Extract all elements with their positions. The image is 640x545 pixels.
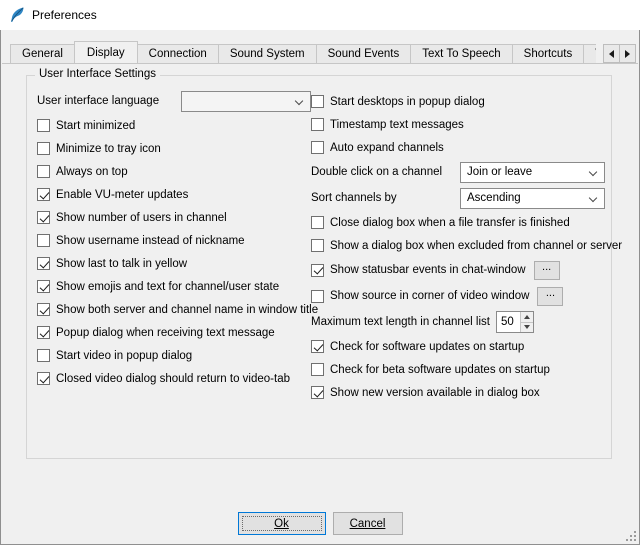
tab-bar: General Display Connection Sound System … bbox=[10, 41, 596, 63]
checkbox-box bbox=[37, 119, 50, 132]
max-text-length-label: Maximum text length in channel list bbox=[311, 316, 490, 328]
language-row: User interface language bbox=[37, 88, 311, 114]
tab-video[interactable]: Video bbox=[583, 44, 596, 63]
button-box: Ok Cancel bbox=[0, 512, 640, 535]
checkbox-box bbox=[311, 340, 324, 353]
window-title: Preferences bbox=[32, 8, 97, 22]
sort-channels-row: Sort channels by Ascending bbox=[311, 185, 605, 211]
triangle-down-icon bbox=[524, 325, 530, 329]
tab-connection[interactable]: Connection bbox=[137, 44, 219, 63]
checkbox-box bbox=[311, 363, 324, 376]
ok-button[interactable]: Ok bbox=[238, 512, 326, 535]
max-text-length-row: Maximum text length in channel list 50 bbox=[311, 309, 605, 335]
chevron-down-icon bbox=[295, 96, 303, 104]
tab-pane-border bbox=[2, 63, 638, 64]
video-source-config-button[interactable]: ... bbox=[537, 287, 563, 306]
checkbox-box bbox=[37, 303, 50, 316]
cancel-button[interactable]: Cancel bbox=[333, 512, 403, 535]
preferences-window: Preferences General Display Connection S… bbox=[0, 0, 640, 545]
tab-scroll-left-button[interactable] bbox=[603, 44, 620, 63]
checkbox-popup-text-message[interactable]: Popup dialog when receiving text message bbox=[37, 321, 311, 344]
checkbox-box bbox=[311, 118, 324, 131]
tab-scroll-right-button[interactable] bbox=[619, 44, 636, 63]
checkbox-new-version-dialog[interactable]: Show new version available in dialog box bbox=[311, 381, 605, 404]
checkbox-box bbox=[37, 142, 50, 155]
checkbox-box bbox=[311, 386, 324, 399]
tab-display[interactable]: Display bbox=[74, 41, 138, 63]
sort-channels-value: Ascending bbox=[467, 192, 521, 204]
sort-channels-select[interactable]: Ascending bbox=[460, 188, 605, 209]
resize-grip-icon[interactable] bbox=[624, 529, 637, 542]
double-click-value: Join or leave bbox=[467, 166, 532, 178]
checkbox-box bbox=[37, 211, 50, 224]
checkbox-statusbar-events[interactable]: Show statusbar events in chat-window bbox=[311, 264, 526, 277]
checkbox-box bbox=[37, 280, 50, 293]
chevron-down-icon bbox=[589, 193, 597, 201]
checkbox-box bbox=[37, 326, 50, 339]
double-click-label: Double click on a channel bbox=[311, 166, 442, 178]
double-click-row: Double click on a channel Join or leave bbox=[311, 159, 605, 185]
ui-settings-group: User Interface Settings User interface l… bbox=[26, 75, 612, 459]
spin-up-button[interactable] bbox=[521, 312, 533, 323]
checkbox-server-channel-title[interactable]: Show both server and channel name in win… bbox=[37, 298, 311, 321]
sort-channels-label: Sort channels by bbox=[311, 192, 397, 204]
checkbox-show-username[interactable]: Show username instead of nickname bbox=[37, 229, 311, 252]
group-title: User Interface Settings bbox=[35, 68, 160, 80]
checkbox-emojis-text-state[interactable]: Show emojis and text for channel/user st… bbox=[37, 275, 311, 298]
tab-shortcuts[interactable]: Shortcuts bbox=[512, 44, 585, 63]
checkbox-box bbox=[311, 141, 324, 154]
checkbox-box bbox=[37, 257, 50, 270]
checkbox-beta-updates[interactable]: Check for beta software updates on start… bbox=[311, 358, 605, 381]
checkbox-timestamp-messages[interactable]: Timestamp text messages bbox=[311, 113, 605, 136]
language-select[interactable] bbox=[181, 91, 311, 112]
chevron-down-icon bbox=[589, 167, 597, 175]
checkbox-box bbox=[37, 349, 50, 362]
checkbox-box bbox=[37, 234, 50, 247]
tab-text-to-speech[interactable]: Text To Speech bbox=[410, 44, 512, 63]
checkbox-excluded-dialog[interactable]: Show a dialog box when excluded from cha… bbox=[311, 234, 605, 257]
checkbox-box bbox=[311, 95, 324, 108]
double-click-select[interactable]: Join or leave bbox=[460, 162, 605, 183]
checkbox-video-popup[interactable]: Start video in popup dialog bbox=[37, 344, 311, 367]
spinner-buttons bbox=[520, 312, 533, 332]
app-feather-icon bbox=[8, 6, 26, 24]
checkbox-show-user-count[interactable]: Show number of users in channel bbox=[37, 206, 311, 229]
checkbox-software-updates[interactable]: Check for software updates on startup bbox=[311, 335, 605, 358]
checkbox-last-talk-yellow[interactable]: Show last to talk in yellow bbox=[37, 252, 311, 275]
spin-down-button[interactable] bbox=[521, 323, 533, 333]
checkbox-auto-expand-channels[interactable]: Auto expand channels bbox=[311, 136, 605, 159]
checkbox-box bbox=[37, 188, 50, 201]
checkbox-minimize-to-tray[interactable]: Minimize to tray icon bbox=[37, 137, 311, 160]
left-column: User interface language Start minimized … bbox=[37, 88, 311, 390]
checkbox-box bbox=[311, 216, 324, 229]
checkbox-close-file-transfer[interactable]: Close dialog box when a file transfer is… bbox=[311, 211, 605, 234]
video-source-row: Show source in corner of video window ..… bbox=[311, 283, 605, 309]
tab-sound-system[interactable]: Sound System bbox=[218, 44, 317, 63]
max-text-length-value: 50 bbox=[497, 312, 520, 332]
checkbox-vu-meter-updates[interactable]: Enable VU-meter updates bbox=[37, 183, 311, 206]
triangle-right-icon bbox=[625, 50, 630, 58]
checkbox-box bbox=[37, 372, 50, 385]
max-text-length-spinner[interactable]: 50 bbox=[496, 311, 534, 333]
tab-scrollers bbox=[604, 44, 636, 63]
checkbox-box bbox=[37, 165, 50, 178]
checkbox-desktops-popup[interactable]: Start desktops in popup dialog bbox=[311, 90, 605, 113]
triangle-up-icon bbox=[524, 315, 530, 319]
checkbox-box bbox=[311, 264, 324, 277]
triangle-left-icon bbox=[609, 50, 614, 58]
statusbar-events-config-button[interactable]: ... bbox=[534, 261, 560, 280]
tab-sound-events[interactable]: Sound Events bbox=[316, 44, 412, 63]
checkbox-start-minimized[interactable]: Start minimized bbox=[37, 114, 311, 137]
titlebar: Preferences bbox=[0, 0, 640, 30]
checkbox-box bbox=[311, 239, 324, 252]
tab-general[interactable]: General bbox=[10, 44, 75, 63]
checkbox-always-on-top[interactable]: Always on top bbox=[37, 160, 311, 183]
checkbox-video-source-corner[interactable]: Show source in corner of video window bbox=[311, 290, 529, 303]
right-column: Start desktops in popup dialog Timestamp… bbox=[311, 90, 605, 404]
checkbox-video-return-tab[interactable]: Closed video dialog should return to vid… bbox=[37, 367, 311, 390]
language-label: User interface language bbox=[37, 95, 159, 107]
statusbar-events-row: Show statusbar events in chat-window ... bbox=[311, 257, 605, 283]
checkbox-box bbox=[311, 290, 324, 303]
